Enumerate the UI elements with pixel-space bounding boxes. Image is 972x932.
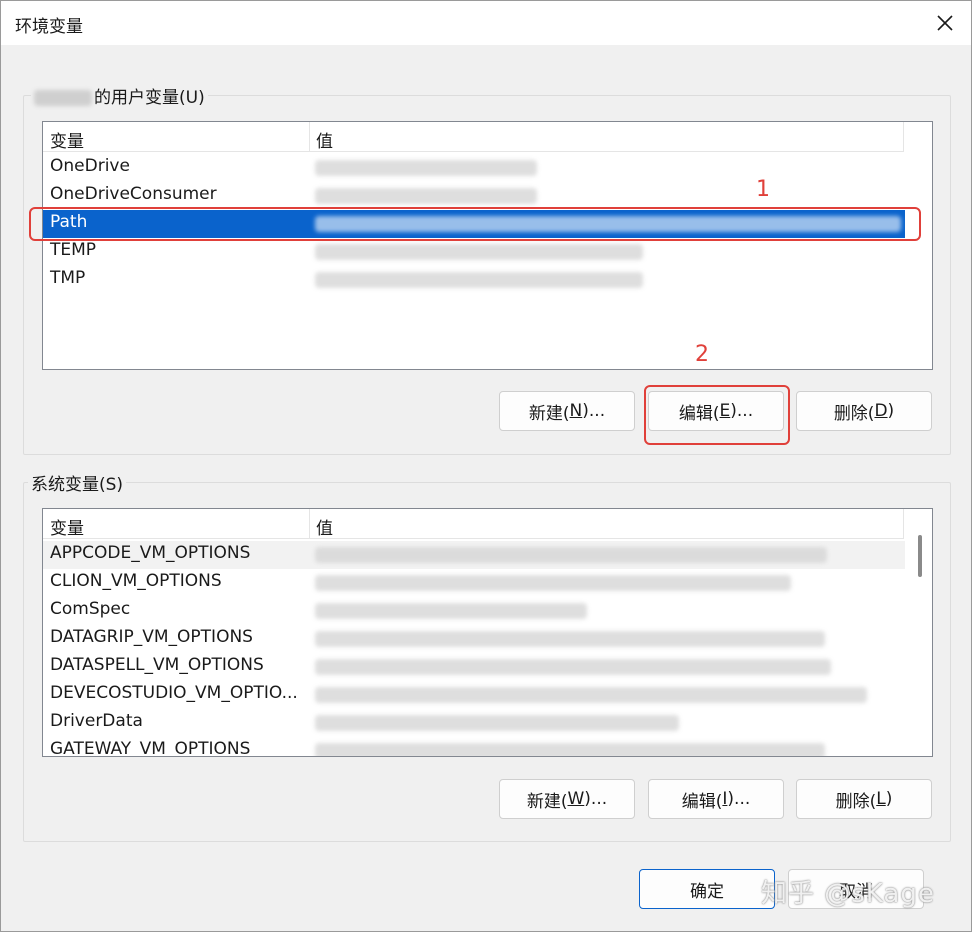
list-item[interactable]: DEVECOSTUDIO_VM_OPTIO... xyxy=(43,681,905,709)
list-item[interactable]: TEMP xyxy=(43,238,905,266)
ok-button[interactable]: 确定 xyxy=(639,869,775,909)
annotation-number-2: 2 xyxy=(695,342,709,367)
list-item[interactable]: ComSpec xyxy=(43,597,905,625)
list-item[interactable]: DATASPELL_VM_OPTIONS xyxy=(43,653,905,681)
header-variable[interactable]: 变量 xyxy=(50,514,84,539)
close-icon xyxy=(937,15,953,31)
list-header: 变量 值 xyxy=(43,122,904,152)
system-edit-button[interactable]: 编辑(I)... xyxy=(648,779,784,819)
scrollbar-thumb[interactable] xyxy=(918,535,922,577)
list-item[interactable]: CLION_VM_OPTIONS xyxy=(43,569,905,597)
annotation-box-edit xyxy=(644,385,790,445)
title-bar: 环境变量 xyxy=(1,1,971,45)
user-new-button[interactable]: 新建(N)... xyxy=(499,391,635,431)
list-item[interactable]: TMP xyxy=(43,266,905,294)
close-button[interactable] xyxy=(931,9,959,37)
environment-variables-dialog: 环境变量 的用户变量(U) 变量 值 OneDrive OneDriveCons… xyxy=(0,0,972,932)
watermark: 知乎 @sKage xyxy=(761,879,935,909)
user-variables-list[interactable]: 变量 值 OneDrive OneDriveConsumer Path TEMP… xyxy=(42,121,933,370)
list-item[interactable]: DATAGRIP_VM_OPTIONS xyxy=(43,625,905,653)
list-item[interactable]: OneDrive xyxy=(43,154,905,182)
header-variable[interactable]: 变量 xyxy=(50,127,84,152)
list-item[interactable]: OneDriveConsumer xyxy=(43,182,905,210)
list-item[interactable]: DriverData xyxy=(43,709,905,737)
header-value[interactable]: 值 xyxy=(316,514,333,539)
system-variables-label: 系统变量(S) xyxy=(28,470,127,495)
list-item[interactable]: APPCODE_VM_OPTIONS xyxy=(43,541,905,569)
redacted-username xyxy=(34,90,92,106)
list-item[interactable]: GATEWAY_VM_OPTIONS xyxy=(43,737,905,756)
system-variables-list[interactable]: 变量 值 APPCODE_VM_OPTIONS CLION_VM_OPTIONS… xyxy=(42,508,933,757)
user-delete-button[interactable]: 删除(D) xyxy=(796,391,932,431)
system-new-button[interactable]: 新建(W)... xyxy=(499,779,635,819)
header-value[interactable]: 值 xyxy=(316,127,333,152)
window-title: 环境变量 xyxy=(15,17,83,37)
list-header: 变量 值 xyxy=(43,509,904,539)
user-variables-label: 的用户变量(U) xyxy=(31,83,208,108)
annotation-number-1: 1 xyxy=(756,177,770,202)
annotation-box-path xyxy=(29,207,921,241)
system-delete-button[interactable]: 删除(L) xyxy=(796,779,932,819)
